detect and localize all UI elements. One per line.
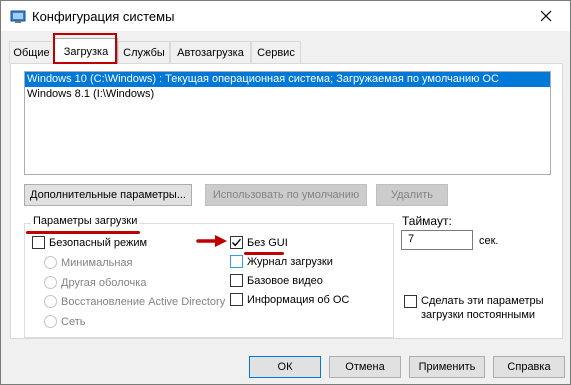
checkbox-box[interactable] bbox=[230, 274, 243, 287]
checkbox-box[interactable] bbox=[230, 236, 243, 249]
radio-network[interactable]: Сеть bbox=[44, 315, 85, 328]
set-default-button[interactable]: Использовать по умолчанию bbox=[205, 184, 367, 206]
tab-boot[interactable]: Загрузка bbox=[54, 38, 118, 64]
advanced-options-button[interactable]: Дополнительные параметры... bbox=[24, 184, 192, 206]
os-list-item[interactable]: Windows 8.1 (I:\Windows) bbox=[25, 87, 550, 102]
system-configuration-window: Конфигурация системы Общие Загрузка Служ… bbox=[0, 0, 571, 385]
tab-general[interactable]: Общие bbox=[9, 41, 54, 63]
ok-button[interactable]: ОК bbox=[249, 356, 321, 378]
tab-startup[interactable]: Автозагрузка bbox=[170, 41, 251, 63]
checkbox-box[interactable] bbox=[404, 295, 417, 308]
radio-alternate-shell[interactable]: Другая оболочка bbox=[44, 276, 146, 289]
checkbox-box[interactable] bbox=[32, 236, 45, 249]
boot-options-label: Параметры загрузки bbox=[31, 215, 140, 227]
close-icon bbox=[540, 10, 552, 22]
cancel-button[interactable]: Отмена bbox=[329, 356, 401, 378]
delete-button[interactable]: Удалить bbox=[376, 184, 448, 206]
msconfig-icon bbox=[10, 10, 26, 23]
timeout-unit: сек. bbox=[479, 235, 499, 247]
make-permanent-label: Сделать эти параметры загрузки постоянны… bbox=[421, 295, 544, 321]
radio-button[interactable] bbox=[44, 256, 57, 269]
os-list[interactable]: Windows 10 (C:\Windows) : Текущая операц… bbox=[24, 71, 551, 175]
radio-ad-repair[interactable]: Восстановление Active Directory bbox=[44, 295, 225, 308]
checkmark-icon bbox=[232, 238, 242, 247]
os-boot-info-checkbox[interactable]: Информация об ОС bbox=[230, 293, 349, 306]
radio-button[interactable] bbox=[44, 315, 57, 328]
close-button[interactable] bbox=[524, 1, 568, 31]
checkbox-box[interactable] bbox=[230, 255, 243, 268]
safe-boot-checkbox[interactable]: Безопасный режим bbox=[32, 236, 147, 249]
underline-annotation bbox=[26, 231, 140, 234]
boot-log-checkbox[interactable]: Журнал загрузки bbox=[230, 255, 333, 268]
radio-button[interactable] bbox=[44, 276, 57, 289]
help-button[interactable]: Справка bbox=[493, 356, 565, 378]
checkbox-box[interactable] bbox=[230, 293, 243, 306]
timeout-input[interactable]: 7 bbox=[401, 230, 473, 250]
apply-button[interactable]: Применить bbox=[409, 356, 485, 378]
radio-minimal[interactable]: Минимальная bbox=[44, 256, 133, 269]
arrow-annotation-icon bbox=[196, 235, 227, 247]
timeout-label: Таймаут: bbox=[402, 214, 452, 228]
no-gui-checkbox[interactable]: Без GUI bbox=[230, 236, 288, 249]
window-title: Конфигурация системы bbox=[32, 9, 175, 24]
os-list-item[interactable]: Windows 10 (C:\Windows) : Текущая операц… bbox=[25, 72, 550, 87]
tab-services[interactable]: Службы bbox=[118, 41, 170, 63]
radio-button[interactable] bbox=[44, 295, 57, 308]
base-video-checkbox[interactable]: Базовое видео bbox=[230, 274, 323, 287]
tab-tools[interactable]: Сервис bbox=[251, 41, 301, 63]
make-permanent-checkbox[interactable]: Сделать эти параметры загрузки постоянны… bbox=[404, 294, 544, 322]
title-bar[interactable]: Конфигурация системы bbox=[1, 1, 570, 31]
